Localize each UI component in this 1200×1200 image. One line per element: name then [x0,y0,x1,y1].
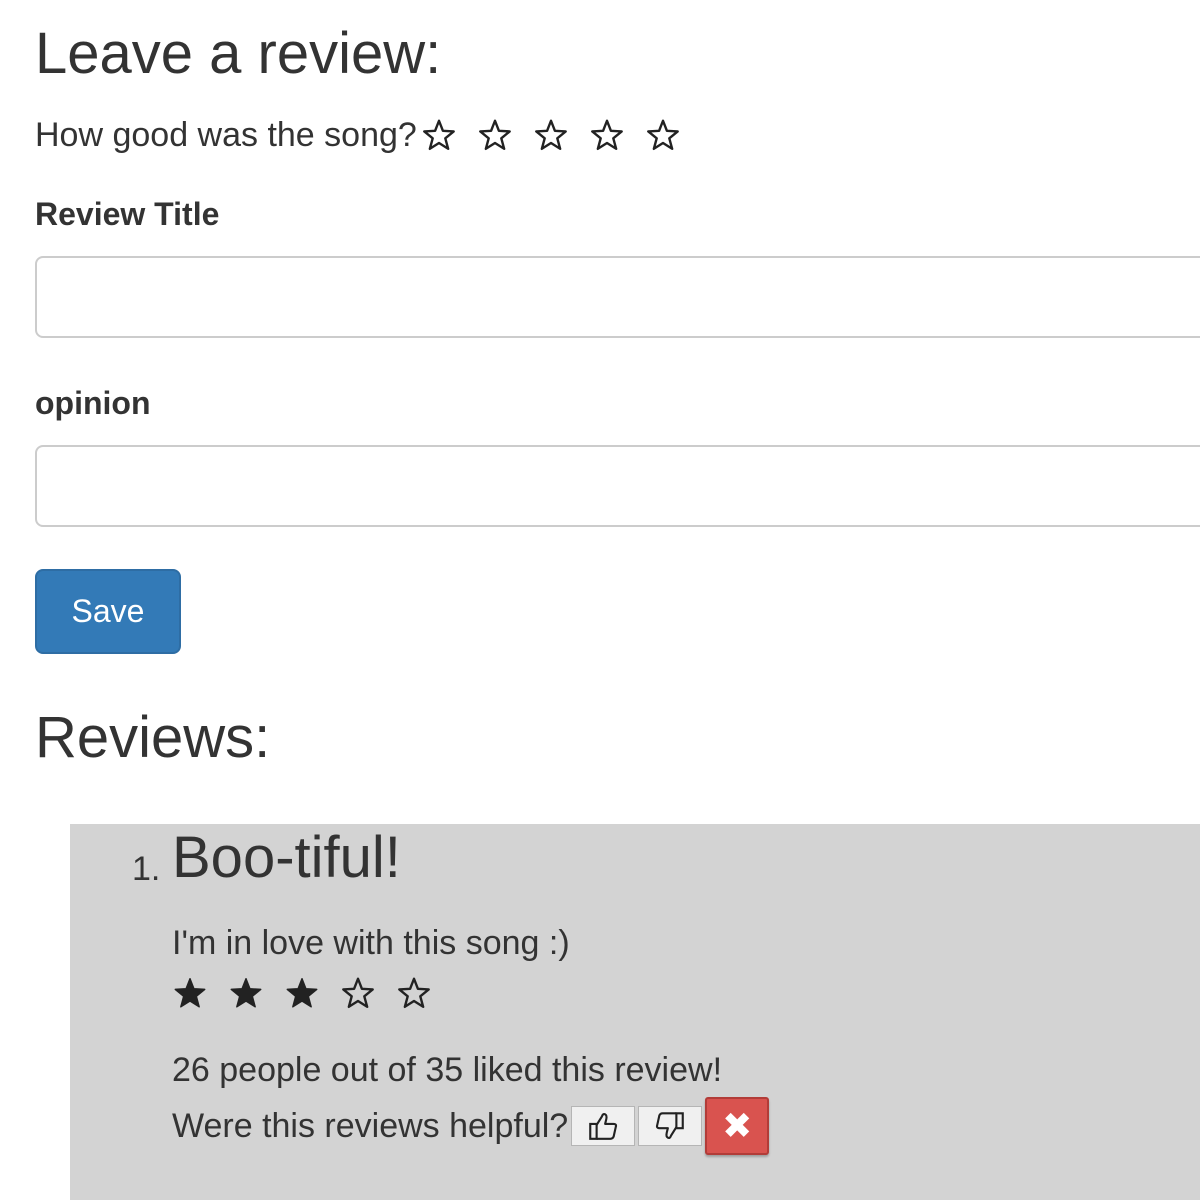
review-number: 1. [132,850,161,888]
star-outline-icon [340,970,396,1016]
opinion-input[interactable] [35,445,1200,527]
review-helpful-row: Were this reviews helpful? ✖ [172,1097,770,1155]
review-body: I'm in love with this song :) [172,924,570,962]
star-outline-icon[interactable] [589,112,645,158]
delete-review-button[interactable]: ✖ [705,1097,770,1155]
helpful-question: Were this reviews helpful? [172,1106,569,1145]
star-outline-icon[interactable] [645,112,701,158]
thumbs-up-icon [589,1112,618,1140]
review-title: Boo-tiful! [172,825,401,890]
star-filled-icon [284,970,340,1016]
page: Leave a review: How good was the song? R… [0,0,1200,1200]
star-filled-icon [172,970,228,1016]
thumbs-down-button[interactable] [638,1106,703,1146]
review-list-item: 1. Boo-tiful! I'm in love with this song… [70,824,1200,1200]
rating-question: How good was the song? [35,116,417,154]
rating-stars [421,112,701,158]
reviews-heading: Reviews: [35,705,271,770]
review-title-label: Review Title [35,196,220,232]
opinion-label: opinion [35,385,151,421]
thumbs-down-icon [656,1112,685,1140]
close-icon: ✖ [722,1105,753,1146]
review-title-input[interactable] [35,256,1200,338]
star-outline-icon[interactable] [421,112,477,158]
star-outline-icon [396,970,452,1016]
star-filled-icon [228,970,284,1016]
review-rating-stars [172,970,452,1016]
review-liked-count: 26 people out of 35 liked this review! [172,1051,723,1089]
thumbs-up-button[interactable] [571,1106,636,1146]
leave-review-heading: Leave a review: [35,21,442,86]
star-outline-icon[interactable] [533,112,589,158]
rating-row: How good was the song? [35,112,701,158]
star-outline-icon[interactable] [477,112,533,158]
save-button[interactable]: Save [35,569,181,654]
